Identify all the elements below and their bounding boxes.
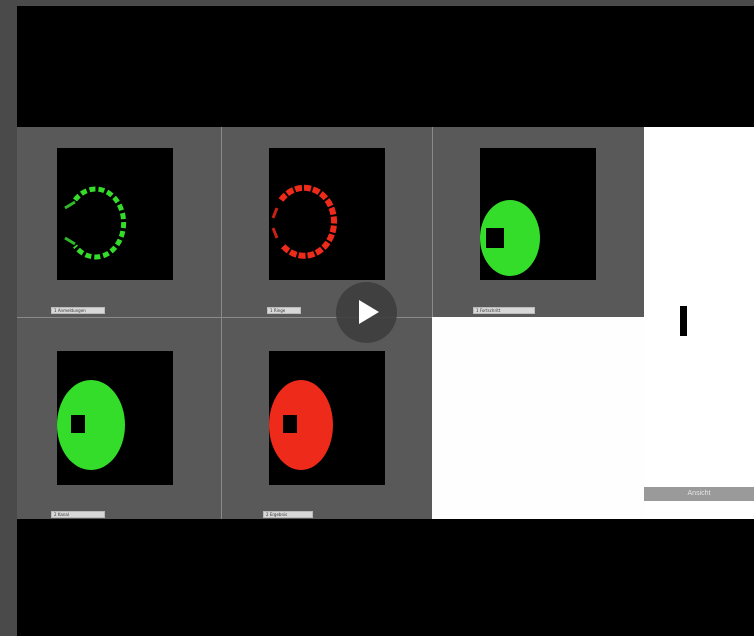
panel-1-image	[57, 148, 173, 280]
panel-4-caption: 2 Kanal	[51, 511, 105, 518]
panel-1-caption: 1 Anmeldungen	[51, 307, 105, 314]
panel-3: 1 Fortschritt	[433, 127, 644, 317]
empty-panel	[432, 317, 644, 519]
panel-5: 2 Ergebnis	[222, 318, 432, 519]
play-button[interactable]	[336, 282, 397, 343]
play-icon	[359, 300, 379, 324]
panel-4-image	[57, 351, 173, 485]
panel-5-caption: 2 Ergebnis	[263, 511, 313, 518]
panel-2-image	[269, 148, 385, 280]
text-cursor-icon	[680, 306, 687, 336]
panel-4: 2 Kanal	[17, 318, 221, 519]
panel-3-caption: 1 Fortschritt	[473, 307, 535, 314]
side-panel: Ansicht	[644, 127, 754, 519]
panel-2-caption: 1 Ringe	[267, 307, 301, 314]
side-panel-bar: Ansicht	[644, 487, 754, 501]
panel-2: 1 Ringe	[222, 127, 432, 317]
panel-3-image	[480, 148, 596, 280]
panel-5-image	[269, 351, 385, 485]
panel-1: 1 Anmeldungen	[17, 127, 221, 317]
